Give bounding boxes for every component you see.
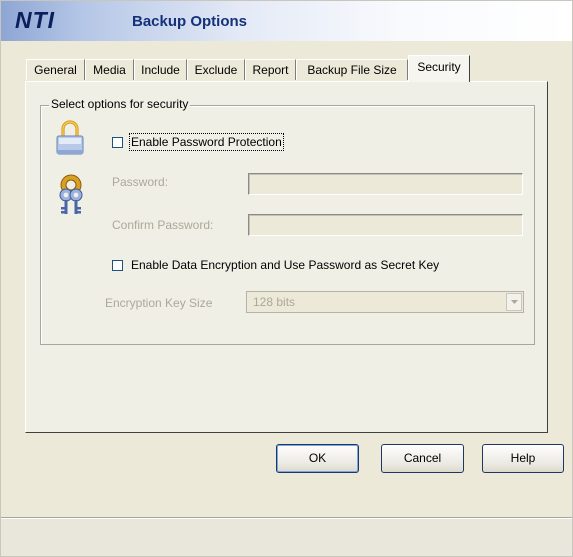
password-field[interactable] <box>248 173 523 195</box>
key-size-label: Encryption Key Size <box>105 296 213 310</box>
password-label: Password: <box>112 175 169 189</box>
key-size-value: 128 bits <box>253 295 296 309</box>
tab-exclude[interactable]: Exclude <box>187 59 245 80</box>
tab-report[interactable]: Report <box>245 59 296 80</box>
chevron-down-icon[interactable] <box>506 293 522 311</box>
enable-encryption-checkbox[interactable] <box>112 260 123 271</box>
dialog-title: Backup Options <box>132 13 248 30</box>
enable-password-checkbox[interactable] <box>112 137 123 148</box>
cancel-button[interactable]: Cancel <box>381 444 464 473</box>
tab-security[interactable]: Security <box>408 55 470 82</box>
enable-encryption-label[interactable]: Enable Data Encryption and Use Password … <box>131 258 439 272</box>
dialog-window: NTI Backup Options General Media Include… <box>0 0 573 557</box>
group-title: Select options for security <box>49 97 191 111</box>
padlock-icon <box>54 120 86 156</box>
footer-bar <box>1 519 572 556</box>
tab-general[interactable]: General <box>26 59 85 80</box>
tab-media[interactable]: Media <box>85 59 134 80</box>
brand-logo: NTI <box>15 7 56 33</box>
confirm-password-label: Confirm Password: <box>112 218 214 232</box>
confirm-password-field[interactable] <box>248 214 523 236</box>
ok-button[interactable]: OK <box>276 444 359 473</box>
key-size-select[interactable]: 128 bits <box>246 291 524 313</box>
keys-icon <box>55 173 87 217</box>
help-button[interactable]: Help <box>482 444 564 473</box>
tab-include[interactable]: Include <box>134 59 187 80</box>
tab-backup-file-size[interactable]: Backup File Size <box>296 59 408 80</box>
dialog-header: NTI Backup Options <box>1 1 572 41</box>
enable-password-label[interactable]: Enable Password Protection <box>129 133 284 151</box>
